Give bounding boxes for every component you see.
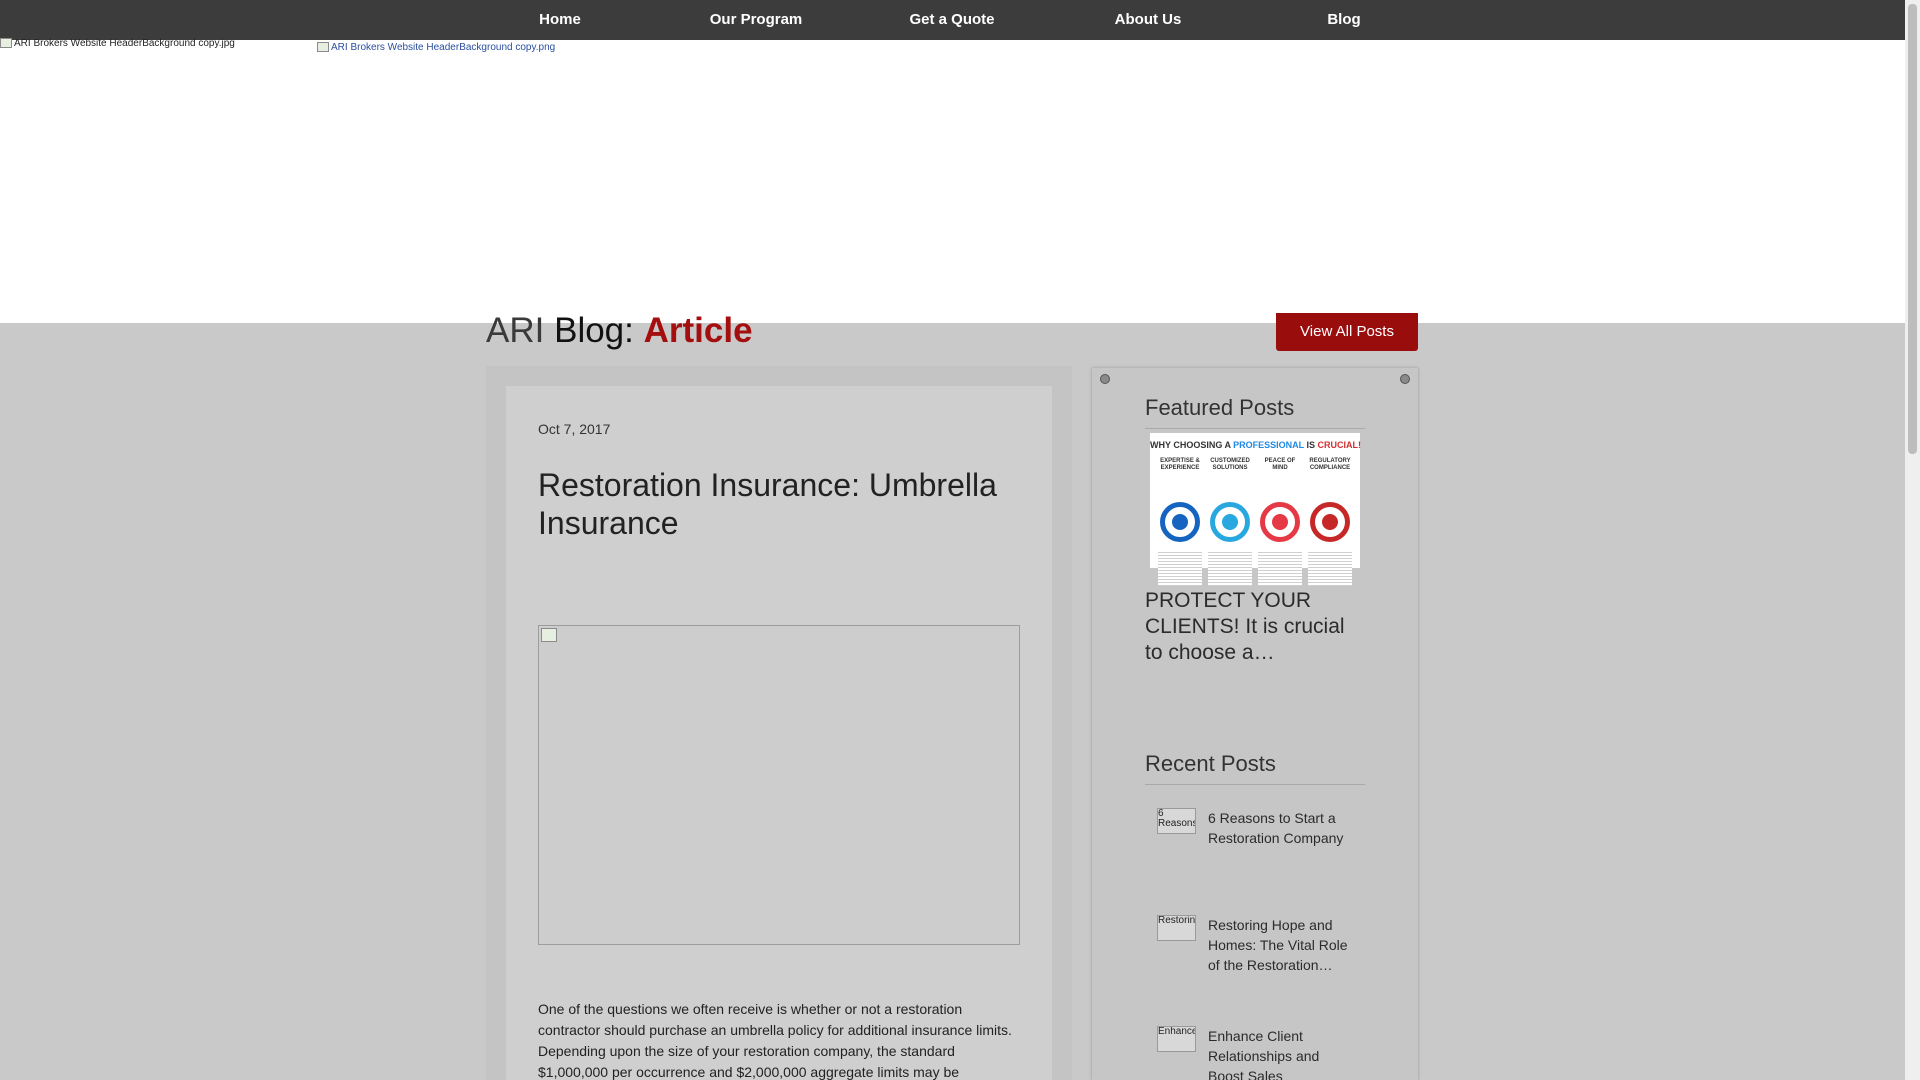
feature-label: REGULATORY COMPLIANCE <box>1309 458 1351 471</box>
thumbs-up-icon <box>1260 502 1300 542</box>
top-nav: Home Our Program Get a Quote About Us Bl… <box>0 0 1905 40</box>
heading-ari: ARI <box>486 311 545 350</box>
page: Home Our Program Get a Quote About Us Bl… <box>0 0 1920 1080</box>
feature-label: PEACE OF MIND <box>1264 458 1296 471</box>
recent-post-title[interactable]: 6 Reasons to Start a Restoration Company <box>1208 808 1356 848</box>
shield-icon <box>1310 502 1350 542</box>
nav-our-program[interactable]: Our Program <box>658 0 854 40</box>
feature-label: CUSTOMIZED SOLUTIONS <box>1210 458 1250 471</box>
page-scrollbar[interactable] <box>1905 0 1920 1080</box>
post-title: Restoration Insurance: Umbrella Insuranc… <box>538 467 997 541</box>
heading-blog: Blog: <box>554 311 634 350</box>
nav-home[interactable]: Home <box>462 0 658 40</box>
handshake-icon <box>1160 502 1200 542</box>
post-body: One of the questions we often receive is… <box>538 1001 1012 1080</box>
header-logo-alt-text: ARI Brokers Website HeaderBackground cop… <box>331 42 556 53</box>
broken-image-icon <box>0 38 12 48</box>
pin-icon <box>1400 374 1410 384</box>
feature-description <box>1158 550 1202 586</box>
broken-image-icon <box>541 628 557 642</box>
nav-blog[interactable]: Blog <box>1246 0 1442 40</box>
nav-get-a-quote[interactable]: Get a Quote <box>854 0 1050 40</box>
featured-divider <box>1145 428 1365 429</box>
nav-about-us[interactable]: About Us <box>1050 0 1246 40</box>
blog-heading: ARI Blog: Article <box>486 309 753 353</box>
recent-post-thumbnail: Restoring <box>1157 915 1196 941</box>
recent-post-title[interactable]: Restoring Hope and Homes: The Vital Role… <box>1208 915 1356 975</box>
view-all-posts-button[interactable]: View All Posts <box>1276 313 1418 351</box>
feature-description <box>1208 550 1252 586</box>
pin-icon <box>1100 374 1110 384</box>
featured-post-image[interactable]: WHY CHOOSING A PROFESSIONAL IS CRUCIAL! … <box>1150 433 1362 586</box>
featured-post-title[interactable]: PROTECT YOUR CLIENTS! It is crucial to c… <box>1145 588 1365 666</box>
feature-label: EXPERTISE & EXPERIENCE <box>1160 458 1200 471</box>
recent-divider <box>1145 784 1365 785</box>
feature-description <box>1258 550 1302 586</box>
header-banner <box>0 40 1905 323</box>
featured-posts-heading: Featured Posts <box>1145 395 1295 420</box>
feature-description <box>1308 550 1352 586</box>
recent-post-thumbnail: Enhance <box>1157 1026 1196 1052</box>
header-background-image: ARI Brokers Website HeaderBackground cop… <box>0 38 235 50</box>
heading-article: Article <box>643 311 753 350</box>
document-icon <box>1210 502 1250 542</box>
header-logo-image[interactable]: ARI Brokers Website HeaderBackground cop… <box>317 42 555 54</box>
broken-image-icon <box>317 42 329 52</box>
recent-posts-heading: Recent Posts <box>1145 751 1276 776</box>
featured-image-banner: WHY CHOOSING A PROFESSIONAL IS CRUCIAL! <box>1150 440 1362 450</box>
post-date: Oct 7, 2017 <box>538 421 611 437</box>
recent-post-thumbnail: 6 Reasons <box>1157 808 1196 834</box>
header-image-alt-text: ARI Brokers Website HeaderBackground cop… <box>14 38 235 49</box>
recent-post-title[interactable]: Enhance Client Relationships and Boost S… <box>1208 1026 1356 1080</box>
post-image[interactable] <box>538 625 1020 945</box>
scrollbar-thumb[interactable] <box>1908 4 1917 454</box>
